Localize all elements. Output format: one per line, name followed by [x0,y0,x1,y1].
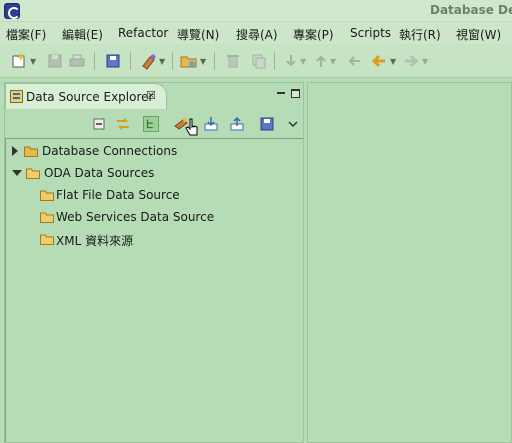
menu-project[interactable]: 專案(P) [293,26,334,43]
menu-file[interactable]: 檔案(F) [6,26,46,43]
folder-icon [24,146,38,157]
link-with-editor-icon[interactable] [115,116,131,132]
open-type-dropdown-icon[interactable]: ▼ [159,57,165,66]
folder-icon [40,190,54,201]
data-source-explorer-view: Data Source Explorer ☒ Database Connecti… [4,82,304,443]
maximize-view-icon[interactable] [291,89,300,98]
minimize-view-icon[interactable] [277,92,285,95]
tree-item-label: XML 資料來源 [56,234,134,248]
next-annotation-icon[interactable] [282,52,300,70]
view-toolbar [5,110,303,138]
import-icon[interactable] [203,116,219,132]
forward-icon[interactable] [402,52,420,70]
menu-edit[interactable]: 編輯(E) [62,26,103,43]
save-profiles-icon[interactable] [259,116,275,132]
menu-run[interactable]: 執行(R) [399,26,441,43]
tab-label: Data Source Explorer [26,90,154,104]
export-icon[interactable] [229,116,245,132]
folder-icon [40,212,54,223]
tree-item-flat-file-data-source[interactable]: Flat File Data Source [40,187,290,205]
save-icon[interactable] [46,52,64,70]
menu-window[interactable]: 視窗(W) [456,26,501,43]
folder-icon [40,234,54,245]
tree-item-label: Web Services Data Source [56,210,215,224]
title-bar: Database Deve [0,0,512,22]
open-folder-icon[interactable] [180,52,198,70]
prev-annotation-dropdown-icon[interactable]: ▼ [330,57,336,66]
toolbar-separator [130,52,131,70]
tree-item-label: Flat File Data Source [56,188,180,202]
menu-navigate[interactable]: 導覽(N) [177,26,219,43]
collapse-twisty-icon[interactable] [12,170,22,176]
open-folder-icon [26,168,40,179]
delete-icon[interactable] [224,52,242,70]
prev-annotation-icon[interactable] [312,52,330,70]
menu-bar: 檔案(F) 編輯(E) Refactor 導覽(N) 搜尋(A) 專案(P) S… [0,22,512,44]
view-menu-icon[interactable] [285,116,301,132]
last-edit-icon[interactable] [346,52,364,70]
menu-search[interactable]: 搜尋(A) [236,26,278,43]
back-icon[interactable] [370,52,388,70]
toolbar-separator [94,52,95,70]
tree-item-database-connections[interactable]: Database Connections [12,143,292,161]
close-tab-icon[interactable]: ☒ [146,89,156,102]
new-icon[interactable] [10,52,28,70]
tab-data-source-explorer[interactable]: Data Source Explorer ☒ [5,83,167,109]
toolbar-separator [214,52,215,70]
open-folder-dropdown-icon[interactable]: ▼ [200,57,206,66]
next-annotation-dropdown-icon[interactable]: ▼ [300,57,306,66]
hand-cursor-icon [185,118,198,136]
main-toolbar: ▼ ▼ ▼ ▼ ▼ ▼ ▼ [0,44,512,78]
editor-area[interactable] [307,82,512,443]
data-source-tree: Database Connections ODA Data Sources Fl… [5,138,303,442]
forward-dropdown-icon[interactable]: ▼ [422,57,428,66]
tree-item-web-services-data-source[interactable]: Web Services Data Source [40,209,290,227]
eclipse-app-icon[interactable] [4,3,20,19]
open-type-icon[interactable] [140,52,158,70]
back-dropdown-icon[interactable]: ▼ [390,57,396,66]
collapse-all-icon[interactable] [91,116,107,132]
toolbar-separator [274,52,275,70]
print-icon[interactable] [68,52,86,70]
view-tabstrip: Data Source Explorer ☒ [5,83,303,109]
tree-item-label: Database Connections [42,144,178,158]
copy-icon[interactable] [250,52,268,70]
window-title: Database Deve [430,3,512,17]
data-source-explorer-icon [10,90,23,103]
show-tree-icon[interactable] [143,116,159,132]
toolbar-separator [172,52,173,70]
menu-scripts[interactable]: Scripts [350,26,391,40]
new-dropdown-icon[interactable]: ▼ [30,57,36,66]
tree-item-xml-data-source[interactable]: XML 資料來源 [40,231,290,249]
tree-item-label: ODA Data Sources [44,166,155,180]
db-save-icon[interactable] [104,52,122,70]
tree-item-oda-data-sources[interactable]: ODA Data Sources [12,165,292,183]
menu-refactor[interactable]: Refactor [118,26,168,40]
expand-twisty-icon[interactable] [12,146,18,156]
